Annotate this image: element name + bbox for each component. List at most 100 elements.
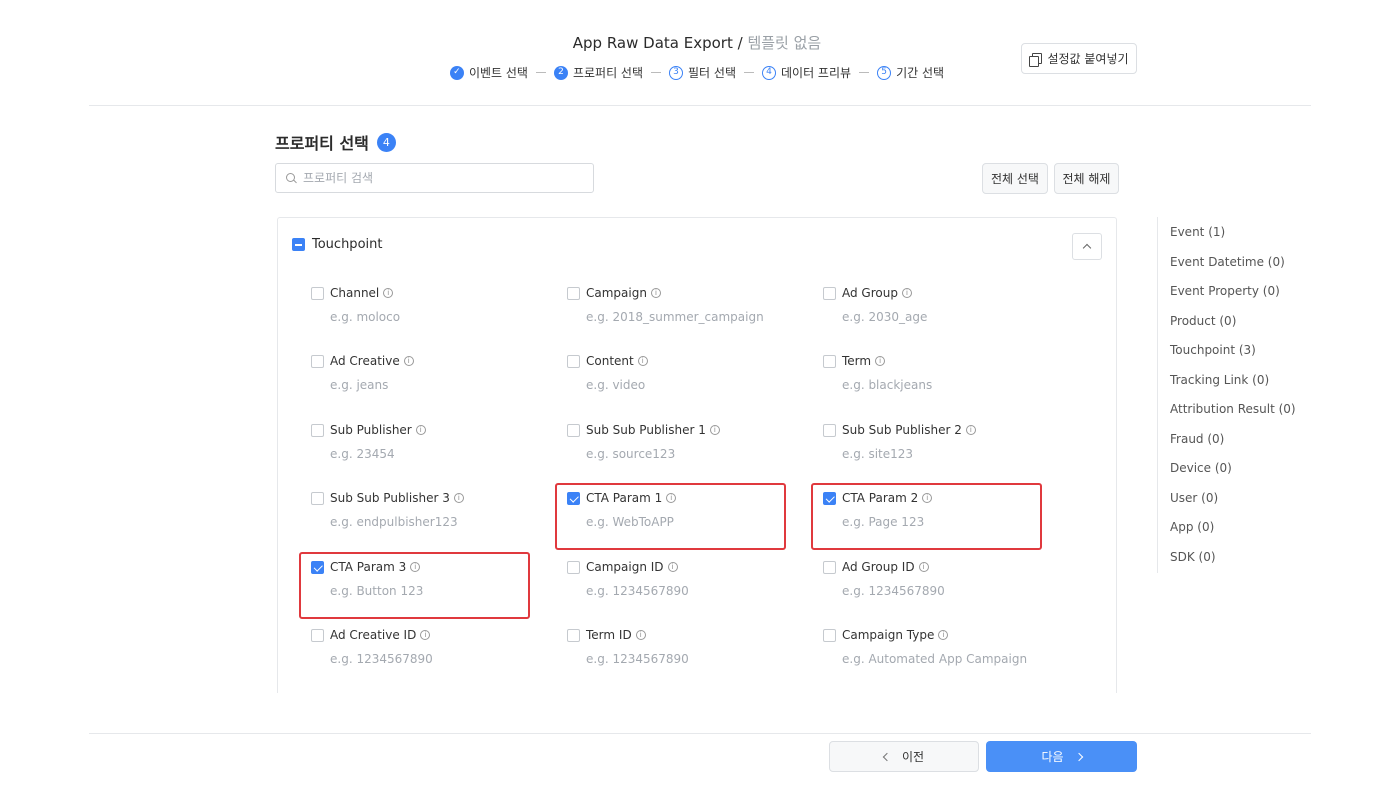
property-item[interactable]: Ad Creative i e.g. jeans [311, 353, 531, 392]
info-icon[interactable]: i [965, 425, 976, 435]
property-item[interactable]: Channel i e.g. moloco [311, 285, 531, 324]
group-name: Touchpoint [312, 237, 383, 252]
info-icon[interactable]: i [383, 288, 394, 298]
property-item[interactable]: Content i e.g. video [567, 353, 787, 392]
info-icon[interactable]: i [420, 630, 431, 640]
info-icon[interactable]: i [709, 425, 720, 435]
property-checkbox[interactable] [567, 491, 580, 505]
property-checkbox[interactable] [311, 423, 324, 437]
category-item[interactable]: Event Property (0) [1170, 284, 1280, 298]
property-checkbox[interactable] [823, 628, 836, 642]
category-item[interactable]: Device (0) [1170, 461, 1232, 475]
property-row[interactable]: CTA Param 3i [311, 559, 531, 575]
property-item[interactable]: Ad Group ID i e.g. 1234567890 [823, 559, 1043, 598]
property-checkbox[interactable] [823, 423, 836, 437]
info-icon[interactable]: i [453, 493, 464, 503]
category-item[interactable]: Tracking Link (0) [1170, 373, 1269, 387]
property-row[interactable]: Ad Creative i [311, 353, 531, 369]
property-row[interactable]: Campaign i [567, 285, 787, 301]
property-item[interactable]: Sub Sub Publisher 1 i e.g. source123 [567, 422, 787, 461]
category-item[interactable]: Attribution Result (0) [1170, 402, 1296, 416]
property-item[interactable]: Sub Publisher i e.g. 23454 [311, 422, 531, 461]
category-item[interactable]: Product (0) [1170, 314, 1236, 328]
property-row[interactable]: CTA Param 1i [567, 490, 787, 506]
section-title-label: 프로퍼티 선택 [275, 134, 369, 153]
step-label: 기간 선택 [896, 66, 945, 80]
category-item[interactable]: App (0) [1170, 520, 1214, 534]
property-checkbox[interactable] [823, 560, 836, 574]
property-checkbox[interactable] [567, 423, 580, 437]
property-row[interactable]: Campaign Type i [823, 627, 1043, 643]
property-checkbox[interactable] [311, 286, 324, 300]
select-all-button[interactable]: 전체 선택 [982, 163, 1048, 194]
group-header[interactable]: Touchpoint [292, 237, 382, 252]
property-checkbox[interactable] [823, 354, 836, 368]
property-item[interactable]: Campaign ID i e.g. 1234567890 [567, 559, 787, 598]
property-row[interactable]: Ad Group ID i [823, 559, 1043, 575]
info-icon[interactable]: i [403, 356, 414, 366]
info-icon[interactable]: i [875, 356, 886, 366]
property-row[interactable]: Ad Group i [823, 285, 1043, 301]
property-checkbox[interactable] [823, 286, 836, 300]
property-label: Ad Group ID [842, 560, 915, 574]
property-item[interactable]: Campaign Type i e.g. Automated App Campaig… [823, 627, 1043, 666]
info-icon[interactable]: i [901, 288, 912, 298]
property-row[interactable]: Sub Sub Publisher 3i [311, 490, 531, 506]
property-item[interactable]: CTA Param 3 i e.g. Button 123 [311, 559, 531, 598]
property-item[interactable]: Term i e.g. blackjeans [823, 353, 1043, 392]
info-icon[interactable]: i [650, 288, 661, 298]
property-row[interactable]: Sub Publisher i [311, 422, 531, 438]
property-checkbox[interactable] [567, 628, 580, 642]
property-row[interactable]: Sub Sub Publisher 1i [567, 422, 787, 438]
previous-button[interactable]: 이전 [829, 741, 979, 772]
chevron-up-icon [1082, 243, 1092, 253]
info-icon[interactable]: i [410, 562, 421, 572]
property-checkbox[interactable] [311, 491, 324, 505]
search-input[interactable] [303, 171, 573, 185]
category-item[interactable]: Fraud (0) [1170, 432, 1224, 446]
info-icon[interactable]: i [635, 630, 646, 640]
info-icon[interactable]: i [666, 493, 677, 503]
property-item[interactable]: CTA Param 2 i e.g. Page 123 [823, 490, 1043, 529]
indeterminate-checkbox[interactable] [292, 238, 305, 251]
property-row[interactable]: Ad Creative ID i [311, 627, 531, 643]
property-item[interactable]: Sub Sub Publisher 2 i e.g. site123 [823, 422, 1043, 461]
property-row[interactable]: CTA Param 2i [823, 490, 1043, 506]
property-checkbox[interactable] [823, 491, 836, 505]
previous-label: 이전 [901, 750, 925, 764]
property-checkbox[interactable] [311, 628, 324, 642]
info-icon[interactable]: i [637, 356, 648, 366]
property-checkbox[interactable] [567, 560, 580, 574]
property-row[interactable]: Channel i [311, 285, 531, 301]
info-icon[interactable]: i [415, 425, 426, 435]
category-item[interactable]: User (0) [1170, 491, 1218, 505]
deselect-all-button[interactable]: 전체 해제 [1054, 163, 1119, 194]
property-row[interactable]: Term ID i [567, 627, 787, 643]
property-row[interactable]: Sub Sub Publisher 2i [823, 422, 1043, 438]
info-icon[interactable]: i [667, 562, 678, 572]
property-search[interactable] [275, 163, 594, 193]
category-item[interactable]: Event Datetime (0) [1170, 255, 1285, 269]
collapse-button[interactable] [1072, 233, 1102, 260]
property-row[interactable]: Term i [823, 353, 1043, 369]
info-icon[interactable]: i [938, 630, 949, 640]
category-item[interactable]: SDK (0) [1170, 550, 1216, 564]
property-row[interactable]: Campaign ID i [567, 559, 787, 575]
info-icon[interactable]: i [922, 493, 933, 503]
property-item[interactable]: Ad Creative ID i e.g. 1234567890 [311, 627, 531, 666]
property-checkbox[interactable] [567, 354, 580, 368]
property-checkbox[interactable] [311, 560, 324, 574]
property-checkbox[interactable] [311, 354, 324, 368]
category-item[interactable]: Event (1) [1170, 225, 1225, 239]
property-item[interactable]: Campaign i e.g. 2018_summer_campaign [567, 285, 787, 324]
property-item[interactable]: Term ID i e.g. 1234567890 [567, 627, 787, 666]
next-button[interactable]: 다음 [986, 741, 1137, 772]
property-item[interactable]: CTA Param 1 i e.g. WebToAPP [567, 490, 787, 529]
property-row[interactable]: Content i [567, 353, 787, 369]
info-icon[interactable]: i [918, 562, 929, 572]
property-item[interactable]: Ad Group i e.g. 2030_age [823, 285, 1043, 324]
category-item[interactable]: Touchpoint (3) [1170, 343, 1256, 357]
property-checkbox[interactable] [567, 286, 580, 300]
property-item[interactable]: Sub Sub Publisher 3 i e.g. endpulbisher123 [311, 490, 531, 529]
paste-settings-button[interactable]: 설정값 붙여넣기 [1021, 43, 1137, 74]
